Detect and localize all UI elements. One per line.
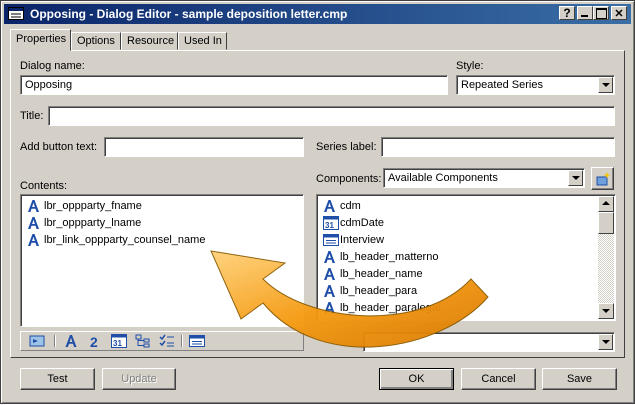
dialog-editor-window: Opposing - Dialog Editor - sample deposi… [0, 0, 635, 404]
tab-properties[interactable]: Properties [10, 29, 71, 51]
drag-annotation-arrow [210, 250, 489, 348]
arrow-shape [210, 250, 489, 348]
